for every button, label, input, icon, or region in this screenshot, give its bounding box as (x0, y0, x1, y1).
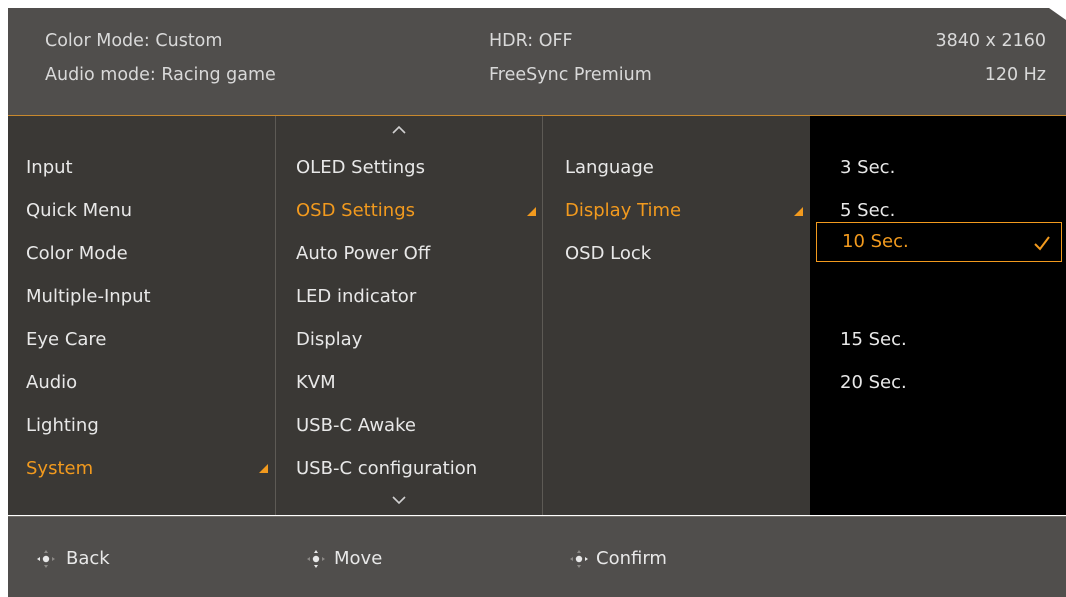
scroll-down-icon[interactable] (392, 495, 406, 505)
menu-item-color-mode[interactable]: Color Mode (26, 241, 128, 267)
control-hints-footer: Back Move Confirm (8, 516, 1066, 597)
main-menu-column: Input Quick Menu Color Mode Multiple-Inp… (8, 116, 274, 515)
submenu-indicator-icon (527, 207, 536, 216)
submenu-item-osd-settings[interactable]: OSD Settings (296, 198, 415, 224)
freesync-status: FreeSync Premium (489, 65, 652, 85)
option-10-sec-highlight[interactable]: 10 Sec. (816, 222, 1062, 262)
scroll-up-icon[interactable] (392, 125, 406, 135)
color-mode-status: Color Mode: Custom (45, 31, 223, 51)
resolution-status: 3840 x 2160 (935, 31, 1046, 51)
menu-item-audio[interactable]: Audio (26, 370, 77, 396)
checkmark-icon (1034, 236, 1050, 251)
joystick-right-icon (570, 550, 588, 568)
submenu-item-auto-power-off[interactable]: Auto Power Off (296, 241, 430, 267)
back-hint: Back (66, 548, 110, 569)
joystick-left-icon (37, 550, 55, 568)
system-submenu-column: OLED Settings OSD Settings Auto Power Of… (275, 116, 542, 515)
status-header: Color Mode: Custom Audio mode: Racing ga… (8, 8, 1066, 116)
move-hint: Move (334, 548, 383, 569)
menu-item-system[interactable]: System (26, 456, 93, 482)
option-3-sec[interactable]: 3 Sec. (840, 155, 895, 181)
option-10-sec[interactable]: 10 Sec. (842, 229, 909, 255)
option-20-sec[interactable]: 20 Sec. (840, 370, 907, 396)
osd-settings-column: Language Display Time OSD Lock (542, 116, 810, 515)
osd-item-osd-lock[interactable]: OSD Lock (565, 241, 651, 267)
joystick-up-down-icon (307, 550, 325, 568)
menu-item-eye-care[interactable]: Eye Care (26, 327, 107, 353)
display-time-options-column: 3 Sec. 5 Sec. 15 Sec. 20 Sec. (810, 116, 1066, 515)
osd-item-language[interactable]: Language (565, 155, 654, 181)
submenu-indicator-icon (794, 207, 803, 216)
submenu-item-kvm[interactable]: KVM (296, 370, 336, 396)
refresh-rate-status: 120 Hz (984, 65, 1046, 85)
audio-mode-status: Audio mode: Racing game (45, 65, 276, 85)
submenu-item-oled-settings[interactable]: OLED Settings (296, 155, 425, 181)
menu-panel: Input Quick Menu Color Mode Multiple-Inp… (8, 116, 1066, 515)
option-15-sec[interactable]: 15 Sec. (840, 327, 907, 353)
submenu-indicator-icon (259, 464, 268, 473)
confirm-hint: Confirm (596, 548, 667, 569)
menu-item-quick-menu[interactable]: Quick Menu (26, 198, 132, 224)
submenu-item-display[interactable]: Display (296, 327, 362, 353)
hdr-status: HDR: OFF (489, 31, 573, 51)
submenu-item-usb-c-awake[interactable]: USB-C Awake (296, 413, 416, 439)
osd-item-display-time[interactable]: Display Time (565, 198, 681, 224)
submenu-item-led-indicator[interactable]: LED indicator (296, 284, 416, 310)
osd-menu: Color Mode: Custom Audio mode: Racing ga… (8, 8, 1066, 597)
menu-item-lighting[interactable]: Lighting (26, 413, 99, 439)
menu-item-input[interactable]: Input (26, 155, 73, 181)
submenu-item-usb-c-configuration[interactable]: USB-C configuration (296, 456, 477, 482)
option-5-sec[interactable]: 5 Sec. (840, 198, 895, 224)
menu-item-multiple-input[interactable]: Multiple-Input (26, 284, 151, 310)
